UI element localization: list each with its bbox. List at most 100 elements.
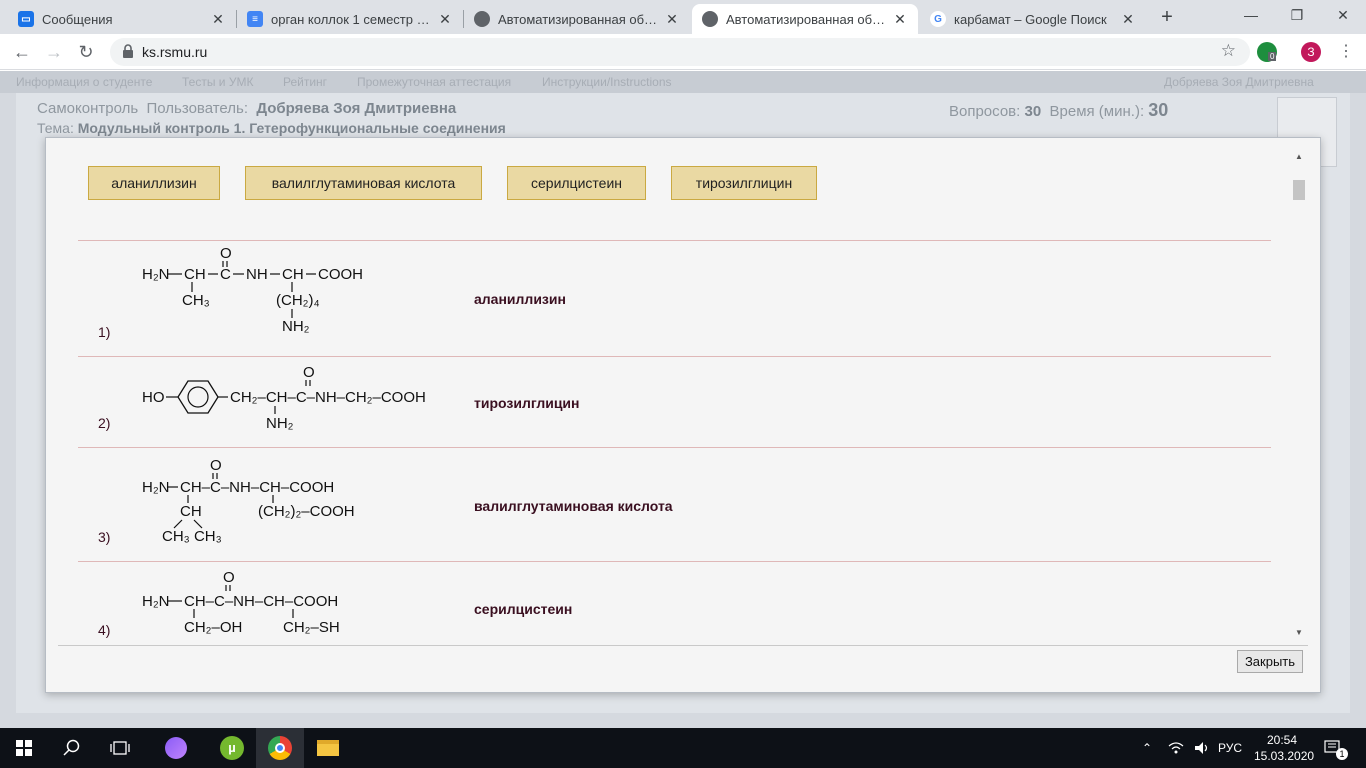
messages-icon: ▭ <box>18 11 34 27</box>
nav-item[interactable]: Промежуточная аттестация <box>357 75 511 89</box>
scroll-down-icon[interactable]: ▼ <box>1292 626 1306 640</box>
tab-google-search[interactable]: G карбамат – Google Поиск ✕ <box>920 4 1146 34</box>
row-answer[interactable]: аланиллизин <box>474 291 566 307</box>
clock-time: 20:54 <box>1266 733 1298 747</box>
close-icon[interactable]: ✕ <box>892 11 908 28</box>
scroll-up-icon[interactable]: ▲ <box>1292 150 1306 164</box>
profile-avatar[interactable]: З <box>1301 42 1321 62</box>
back-button[interactable]: ← <box>10 40 34 64</box>
row-divider <box>78 240 1271 241</box>
topic-line: Тема: Модульный контроль 1. Гетерофункци… <box>37 120 506 136</box>
window-close-button[interactable]: ✕ <box>1320 0 1366 32</box>
formula-4: H₂N CH–C–NH–CH–COOH O CH₂–OH CH₂–SH <box>136 566 386 644</box>
task-view-icon[interactable] <box>96 728 144 768</box>
dialog-scrollbar[interactable]: ▲ ▼ <box>1292 150 1306 640</box>
file-explorer-icon[interactable] <box>304 728 352 768</box>
mode-label: Самоконтроль Пользователь: Добряева Зоя … <box>37 100 457 117</box>
extension-shield-icon[interactable]: 0 <box>1257 42 1277 62</box>
close-icon[interactable]: ✕ <box>1120 11 1136 28</box>
tab-messages[interactable]: ▭ Сообщения ✕ <box>8 4 236 34</box>
option-chip[interactable]: валилглутаминовая кислота <box>245 166 482 200</box>
tab-title: карбамат – Google Поиск <box>954 11 1107 27</box>
chrome-taskbar-icon[interactable] <box>256 728 304 768</box>
nav-user[interactable]: Добряева Зоя Дмитриевна <box>1164 75 1314 89</box>
close-icon[interactable]: ✕ <box>664 11 680 28</box>
volume-icon[interactable] <box>1194 728 1210 768</box>
svg-text:NH: NH <box>246 266 268 283</box>
svg-text:O: O <box>223 569 235 586</box>
utorrent-icon[interactable]: µ <box>208 728 256 768</box>
svg-text:CH: CH <box>180 503 202 520</box>
row-answer[interactable]: валилглутаминовая кислота <box>474 498 673 514</box>
tab-education-2[interactable]: Автоматизированная образов ✕ <box>692 4 918 34</box>
restore-button[interactable]: ❐ <box>1274 0 1320 32</box>
nav-item[interactable]: Инструкции/Instructions <box>542 75 672 89</box>
network-icon[interactable] <box>1168 728 1184 768</box>
row-answer[interactable]: тирозилглицин <box>474 395 580 411</box>
close-icon[interactable]: ✕ <box>437 11 453 28</box>
dialog-footer-divider <box>58 645 1308 646</box>
svg-text:CH–C–NH–CH–COOH: CH–C–NH–CH–COOH <box>180 479 334 496</box>
new-tab-button[interactable]: + <box>1155 6 1179 30</box>
svg-text:CH₂–CH–C–NH–CH₂–COOH: CH₂–CH–C–NH–CH₂–COOH <box>230 389 426 406</box>
svg-text:COOH: COOH <box>318 266 363 283</box>
dialog-scroll-area[interactable]: аланиллизин валилглутаминовая кислота се… <box>46 138 1304 644</box>
address-bar[interactable]: ks.rsmu.ru ☆ <box>110 38 1250 66</box>
clock-date: 15.03.2020 <box>1254 749 1315 763</box>
tab-education-1[interactable]: Автоматизированная образов ✕ <box>464 4 690 34</box>
browser-tab-strip: ▭ Сообщения ✕ ≡ орган коллок 1 семестр 2… <box>0 0 1366 34</box>
row-number: 1) <box>98 324 111 340</box>
nav-item[interactable]: Тесты и УМК <box>182 75 253 89</box>
option-chip[interactable]: тирозилглицин <box>671 166 817 200</box>
tab-title: Автоматизированная образов <box>726 11 886 27</box>
nav-item[interactable]: Информация о студенте <box>16 75 152 89</box>
benzene-ring <box>177 380 219 414</box>
notification-count: 1 <box>1336 748 1348 760</box>
svg-text:O: O <box>220 246 232 262</box>
bookmark-star-icon[interactable]: ☆ <box>1221 41 1236 61</box>
row-answer[interactable]: серилцистеин <box>474 601 572 617</box>
globe-icon <box>474 11 490 27</box>
svg-text:HO: HO <box>142 389 165 406</box>
url-text: ks.rsmu.ru <box>142 44 208 60</box>
close-dialog-button[interactable]: Закрыть <box>1237 650 1303 673</box>
lock-icon <box>123 44 133 58</box>
search-icon[interactable] <box>48 728 96 768</box>
close-icon[interactable]: ✕ <box>210 11 226 28</box>
tab-title: Автоматизированная образов <box>498 11 658 27</box>
nav-item[interactable]: Рейтинг <box>283 75 327 89</box>
clock[interactable]: 20:54 15.03.2020 <box>1254 732 1315 764</box>
alice-assistant-icon[interactable] <box>152 728 200 768</box>
svg-text:O: O <box>303 364 315 381</box>
site-nav: Информация о студенте Тесты и УМК Рейтин… <box>0 71 1366 93</box>
row-divider <box>78 356 1271 357</box>
language-indicator[interactable]: РУС <box>1218 728 1242 768</box>
svg-text:C: C <box>220 266 231 283</box>
svg-text:(CH₂)₄: (CH₂)₄ <box>276 292 320 309</box>
globe-icon <box>702 11 718 27</box>
answer-dialog: аланиллизин валилглутаминовая кислота се… <box>45 137 1321 693</box>
option-chip[interactable]: серилцистеин <box>507 166 646 200</box>
row-divider <box>78 447 1271 448</box>
minimize-button[interactable]: — <box>1228 0 1274 32</box>
scrollbar-thumb[interactable] <box>1293 180 1305 200</box>
reload-button[interactable]: ↻ <box>74 40 98 64</box>
svg-text:NH₂: NH₂ <box>282 318 310 335</box>
svg-text:CH: CH <box>282 266 304 283</box>
windows-taskbar: µ ⌃ РУС 20:54 15.03.2020 1 <box>0 728 1366 768</box>
formula-1: H₂N CH C O NH CH COOH CH₃ (CH₂)₄ NH₂ <box>136 245 376 342</box>
svg-text:CH₂–OH: CH₂–OH <box>184 619 242 636</box>
test-counters: Вопросов: 30 Время (мин.): 30 <box>949 100 1169 120</box>
option-chip[interactable]: аланиллизин <box>88 166 220 200</box>
notification-center-icon[interactable]: 1 <box>1324 728 1354 768</box>
svg-text:CH: CH <box>184 266 206 283</box>
svg-text:H₂N: H₂N <box>142 593 170 610</box>
start-windows-icon[interactable] <box>0 728 48 768</box>
forward-button[interactable]: → <box>42 40 66 64</box>
tab-title: Сообщения <box>42 11 113 27</box>
tab-docs[interactable]: ≡ орган коллок 1 семестр 2 - Go ✕ <box>237 4 463 34</box>
tray-chevron-icon[interactable]: ⌃ <box>1142 728 1152 768</box>
browser-toolbar: ← → ↻ ks.rsmu.ru ☆ 0 З ⋮ <box>0 34 1366 70</box>
row-number: 3) <box>98 529 111 545</box>
menu-kebab-icon[interactable]: ⋮ <box>1334 40 1358 64</box>
